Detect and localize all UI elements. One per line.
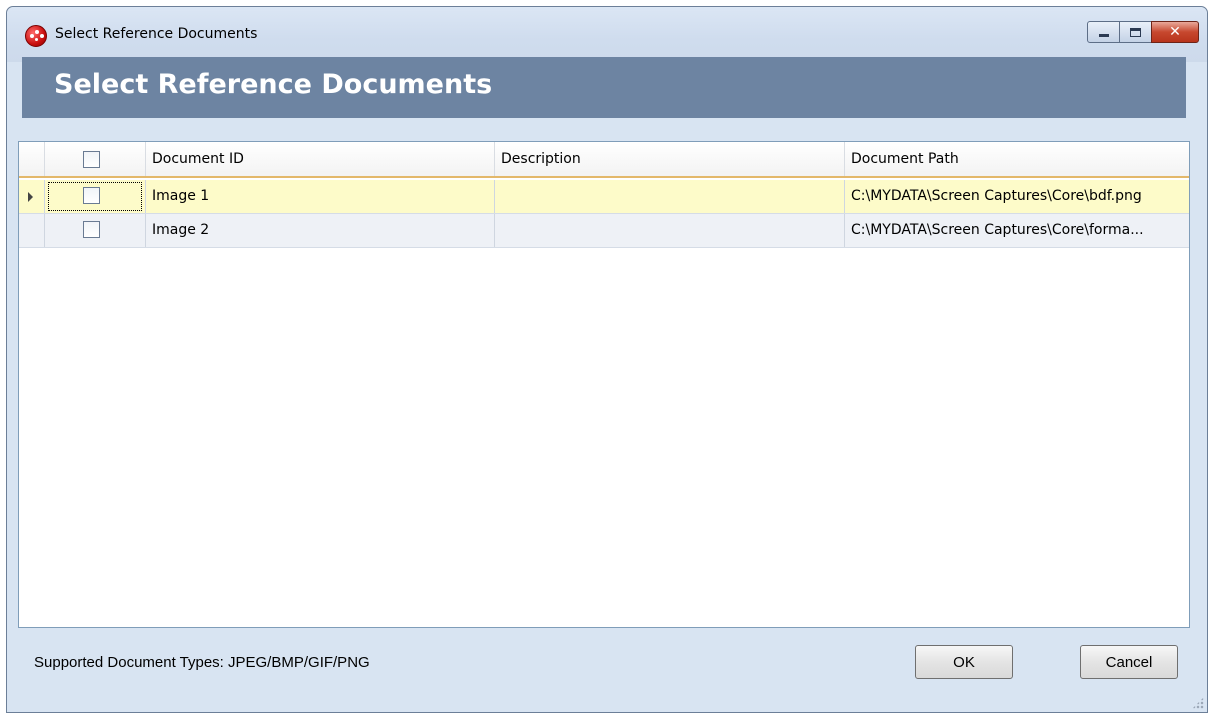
- cell-text: Image 2: [152, 222, 210, 238]
- select-all-checkbox[interactable]: [83, 151, 100, 168]
- maximize-icon: [1130, 27, 1141, 37]
- caption-buttons: ✕: [1087, 21, 1199, 43]
- checkbox-cell: [45, 214, 146, 247]
- current-row-arrow-icon: [28, 192, 33, 202]
- column-header-label: Description: [501, 151, 581, 167]
- window-title: Select Reference Documents: [55, 26, 258, 42]
- cell-text: C:\MYDATA\Screen Captures\Core\bdf.png: [851, 188, 1142, 204]
- grid-header: Document ID Description Document Path: [19, 142, 1189, 178]
- cell-document-path[interactable]: C:\MYDATA\Screen Captures\Core\forma...: [845, 214, 1189, 247]
- minimize-button[interactable]: [1087, 21, 1120, 43]
- select-all-column-header: [45, 142, 146, 176]
- close-button[interactable]: ✕: [1151, 21, 1199, 43]
- header-banner: Select Reference Documents: [22, 57, 1186, 118]
- maximize-button[interactable]: [1119, 21, 1152, 43]
- close-icon: ✕: [1169, 24, 1181, 40]
- cell-text: C:\MYDATA\Screen Captures\Core\forma...: [851, 222, 1144, 238]
- table-row[interactable]: Image 2 C:\MYDATA\Screen Captures\Core\f…: [19, 214, 1189, 248]
- cell-text: Image 1: [152, 188, 210, 204]
- cell-document-path[interactable]: C:\MYDATA\Screen Captures\Core\bdf.png: [845, 180, 1189, 213]
- page-title: Select Reference Documents: [54, 69, 493, 100]
- column-header-label: Document Path: [851, 151, 959, 167]
- cell-description[interactable]: [495, 214, 845, 247]
- checkbox-cell: [45, 180, 146, 213]
- title-bar[interactable]: Select Reference Documents ✕: [7, 7, 1207, 62]
- row-indicator[interactable]: [19, 214, 45, 247]
- cell-description[interactable]: [495, 180, 845, 213]
- row-checkbox[interactable]: [83, 221, 100, 238]
- column-header-document-path[interactable]: Document Path: [845, 142, 1189, 176]
- column-header-label: Document ID: [152, 151, 244, 167]
- cell-document-id[interactable]: Image 1: [146, 180, 495, 213]
- cancel-button[interactable]: Cancel: [1080, 645, 1178, 679]
- column-header-description[interactable]: Description: [495, 142, 845, 176]
- row-checkbox[interactable]: [83, 187, 100, 204]
- row-indicator[interactable]: [19, 180, 45, 213]
- app-icon: [25, 25, 47, 47]
- table-row[interactable]: Image 1 C:\MYDATA\Screen Captures\Core\b…: [19, 180, 1189, 214]
- column-header-document-id[interactable]: Document ID: [146, 142, 495, 176]
- cell-document-id[interactable]: Image 2: [146, 214, 495, 247]
- row-indicator-header: [19, 142, 45, 176]
- documents-grid: Document ID Description Document Path Im…: [18, 141, 1190, 628]
- minimize-icon: [1098, 33, 1109, 37]
- supported-types-label: Supported Document Types: JPEG/BMP/GIF/P…: [34, 654, 370, 671]
- ok-button[interactable]: OK: [915, 645, 1013, 679]
